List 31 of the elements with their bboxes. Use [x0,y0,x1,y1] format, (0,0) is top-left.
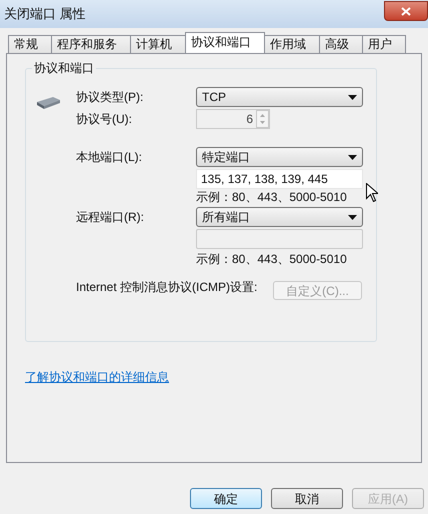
close-icon [401,6,411,16]
field-label: 协议号(U): [76,111,133,128]
tab[interactable]: 用户 [362,35,406,53]
group-title: 协议和端口 [32,60,96,76]
network-adapter-icon [35,96,61,110]
field-label: 本地端口(L): [76,149,143,166]
tab[interactable]: 作用域 [264,35,320,53]
example-hint: 示例：80、443、5000-5010 [196,251,348,267]
field-label: 远程端口(R): [76,209,145,226]
tab[interactable]: 高级 [319,35,363,53]
dropdown-arrow-icon [348,94,357,100]
local-port-dropdown[interactable]: 特定端口 [196,147,363,167]
local-ports-field[interactable]: 135, 137, 138, 139, 445 [196,169,363,189]
protocol-dropdown[interactable]: TCP [196,87,363,107]
spin-arrows-icon [256,110,269,128]
field-label: 协议类型(P): [76,89,144,106]
tab[interactable]: 程序和服务 [51,35,131,53]
dialog-button[interactable]: 取消 [271,488,343,509]
tab[interactable]: 协议和端口 [185,32,265,53]
mouse-cursor-icon [366,183,378,202]
window-title: 关闭端口 属性 [4,5,86,24]
remote-port-dropdown[interactable]: 所有端口 [196,207,363,227]
tab[interactable]: 计算机 [130,35,186,53]
tab[interactable]: 常规 [8,35,52,53]
dropdown-arrow-icon [348,214,357,220]
dialog-button[interactable]: 确定 [190,488,262,509]
dropdown-arrow-icon [348,154,357,160]
close-button[interactable] [384,1,428,21]
details-link[interactable]: 了解协议和端口的详细信息 [25,368,169,386]
icmp-label: Internet 控制消息协议(ICMP)设置: [76,281,258,294]
example-hint: 示例：80、443、5000-5010 [196,189,348,205]
